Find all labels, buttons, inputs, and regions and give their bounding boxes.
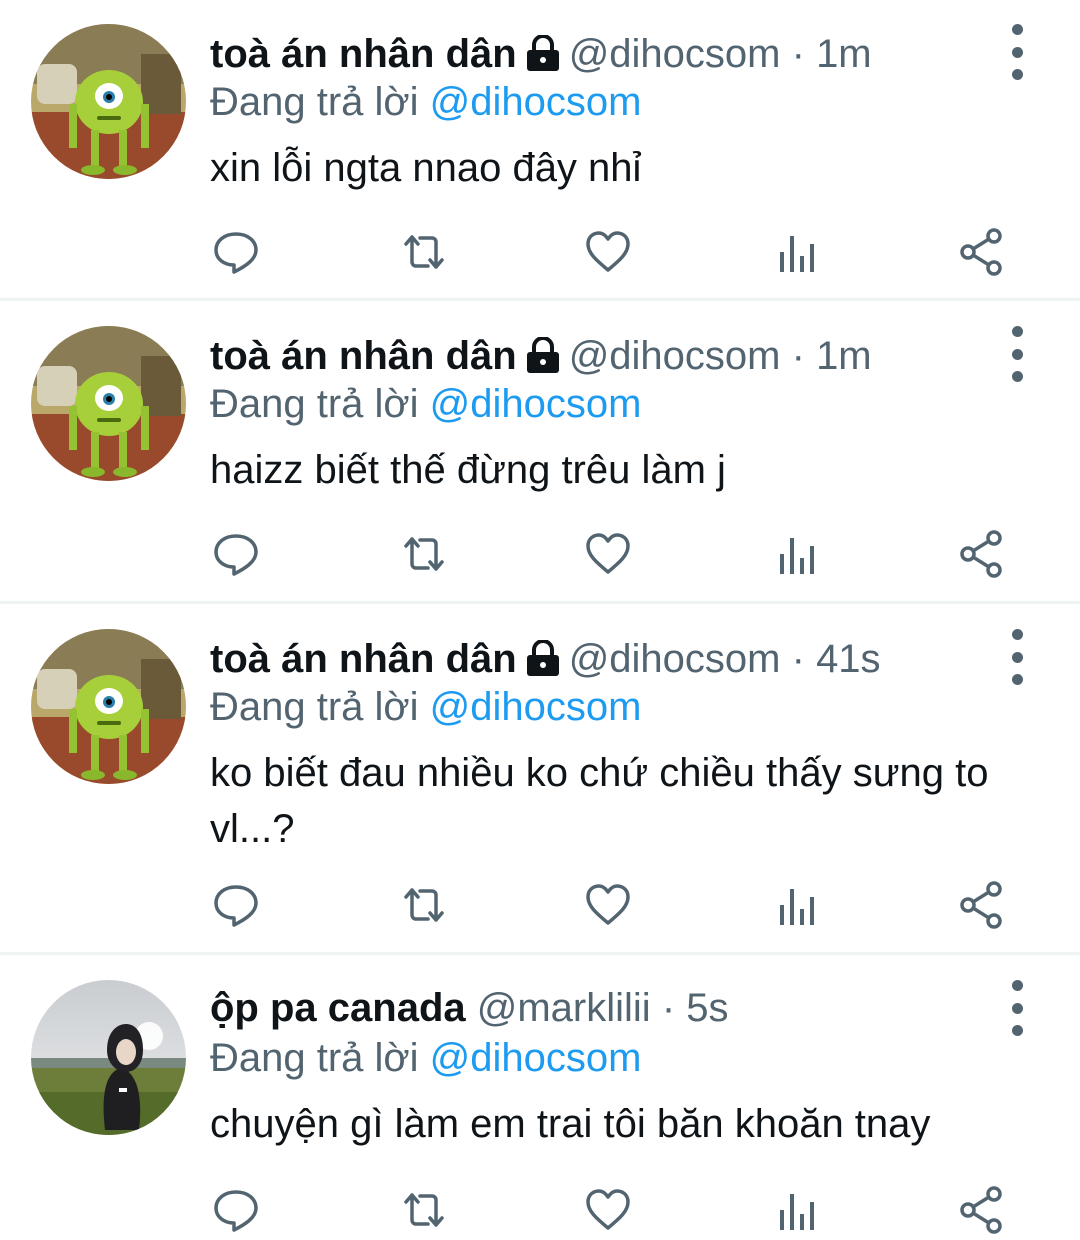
like-icon[interactable]: [578, 222, 638, 282]
more-options-icon[interactable]: [996, 24, 1038, 80]
retweet-icon[interactable]: [394, 524, 454, 584]
display-name[interactable]: toà án nhân dân: [210, 637, 517, 681]
replying-to-handle[interactable]: @dihocsom: [430, 685, 642, 729]
replying-to: Đang trả lời @dihocsom: [210, 1034, 641, 1082]
timestamp[interactable]: 1m: [816, 32, 872, 76]
lock-icon: [523, 34, 563, 82]
replying-to: Đang trả lời @dihocsom: [210, 683, 641, 731]
analytics-icon[interactable]: [766, 875, 826, 935]
timestamp[interactable]: 5s: [686, 986, 728, 1030]
analytics-icon[interactable]: [766, 222, 826, 282]
like-icon[interactable]: [578, 524, 638, 584]
analytics-icon[interactable]: [766, 1180, 826, 1240]
divider: [0, 601, 1080, 604]
tweet-text: xin lỗi ngta nnao đây nhỉ: [210, 146, 642, 190]
avatar[interactable]: [31, 24, 186, 179]
green-monster-avatar: [31, 326, 186, 481]
retweet-icon[interactable]: [394, 875, 454, 935]
replying-label: Đang trả lời: [210, 685, 419, 729]
separator-dot: ·: [791, 637, 805, 681]
more-options-icon[interactable]: [996, 980, 1038, 1036]
tweet-header: ộp pa canada @marklilii · 5s: [210, 984, 729, 1032]
tweet-header: toà án nhân dân @dihocsom · 1m: [210, 30, 872, 78]
replying-to: Đang trả lời @dihocsom: [210, 78, 641, 126]
reply-icon[interactable]: [206, 524, 266, 584]
display-name[interactable]: ộp pa canada: [210, 986, 466, 1030]
replying-label: Đang trả lời: [210, 80, 419, 124]
retweet-icon[interactable]: [394, 1180, 454, 1240]
lock-icon: [523, 639, 563, 687]
tweet-actions: [0, 222, 1080, 282]
retweet-icon[interactable]: [394, 222, 454, 282]
replying-to-handle[interactable]: @dihocsom: [430, 382, 642, 426]
replying-to-handle[interactable]: @dihocsom: [430, 80, 642, 124]
green-monster-avatar: [31, 629, 186, 784]
handle[interactable]: @dihocsom: [569, 32, 781, 76]
replying-label: Đang trả lời: [210, 1036, 419, 1080]
like-icon[interactable]: [578, 1180, 638, 1240]
tweet-actions: [0, 875, 1080, 935]
timestamp[interactable]: 41s: [816, 637, 881, 681]
reply-icon[interactable]: [206, 1180, 266, 1240]
tweet-text: haizz biết thế đừng trêu làm j: [210, 448, 726, 492]
share-icon[interactable]: [952, 524, 1012, 584]
divider: [0, 298, 1080, 301]
tweet[interactable]: toà án nhân dân @dihocsom · 41s Đang trả …: [0, 605, 1080, 953]
replying-to: Đang trả lời @dihocsom: [210, 380, 641, 428]
tweet-text: chuyện gì làm em trai tôi băn khoăn tnay: [210, 1102, 931, 1146]
tweet-text: ko biết đau nhiều ko chứ chiều thấy sưng…: [210, 751, 989, 851]
avatar[interactable]: [31, 629, 186, 784]
more-options-icon[interactable]: [996, 629, 1038, 685]
display-name[interactable]: toà án nhân dân: [210, 334, 517, 378]
handle[interactable]: @dihocsom: [569, 334, 781, 378]
tweet-header: toà án nhân dân @dihocsom · 1m: [210, 332, 872, 380]
more-options-icon[interactable]: [996, 326, 1038, 382]
separator-dot: ·: [791, 32, 805, 76]
avatar[interactable]: [31, 980, 186, 1135]
tweet[interactable]: toà án nhân dân @dihocsom · 1m Đang trả l…: [0, 0, 1080, 300]
replying-label: Đang trả lời: [210, 382, 419, 426]
reply-icon[interactable]: [206, 222, 266, 282]
reply-feed: toà án nhân dân @dihocsom · 1m Đang trả l…: [0, 0, 1080, 1234]
timestamp[interactable]: 1m: [816, 334, 872, 378]
separator-dot: ·: [791, 334, 805, 378]
divider: [0, 952, 1080, 955]
tweet-actions: [0, 524, 1080, 584]
person-hoodie-avatar: [31, 980, 186, 1135]
analytics-icon[interactable]: [766, 524, 826, 584]
tweet-header: toà án nhân dân @dihocsom · 41s: [210, 635, 881, 683]
lock-icon: [523, 336, 563, 384]
share-icon[interactable]: [952, 1180, 1012, 1240]
separator-dot: ·: [661, 986, 676, 1030]
share-icon[interactable]: [952, 875, 1012, 935]
reply-icon[interactable]: [206, 875, 266, 935]
tweet[interactable]: toà án nhân dân @dihocsom · 1m Đang trả l…: [0, 302, 1080, 602]
handle[interactable]: @dihocsom: [569, 637, 781, 681]
share-icon[interactable]: [952, 222, 1012, 282]
avatar[interactable]: [31, 326, 186, 481]
like-icon[interactable]: [578, 875, 638, 935]
tweet[interactable]: ộp pa canada @marklilii · 5s Đang trả lờ…: [0, 956, 1080, 1234]
display-name[interactable]: toà án nhân dân: [210, 32, 517, 76]
replying-to-handle[interactable]: @dihocsom: [430, 1036, 642, 1080]
green-monster-avatar: [31, 24, 186, 179]
tweet-actions: [0, 1180, 1080, 1240]
handle[interactable]: @marklilii: [477, 986, 651, 1030]
